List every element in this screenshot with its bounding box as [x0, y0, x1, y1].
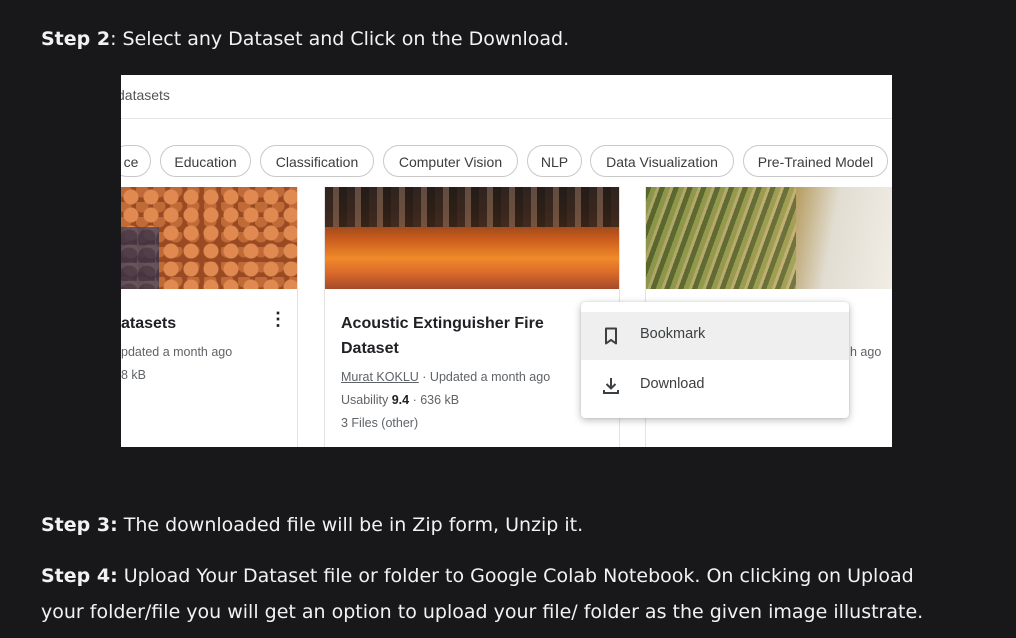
dataset-size: · 636 kB: [409, 393, 460, 407]
chip-partial[interactable]: ce: [121, 145, 151, 177]
dataset-context-menu: Bookmark Download: [581, 302, 849, 418]
dataset-updated: pdated a month ago: [121, 345, 233, 359]
step-3-paragraph: Step 3: The downloaded file will be in Z…: [41, 507, 583, 543]
dataset-thumbnail-rice: [646, 187, 892, 289]
menu-item-bookmark-label: Bookmark: [640, 326, 706, 342]
author-link[interactable]: Murat KOKLU: [341, 370, 419, 384]
more-options-icon[interactable]: ⋮: [269, 309, 287, 330]
step-3-text: The downloaded file will be in Zip form,…: [117, 514, 584, 536]
dataset-card-acoustic[interactable]: Acoustic Extinguisher Fire Dataset Murat…: [324, 187, 620, 447]
step-4-text-line2: your folder/file you will get an option …: [41, 601, 924, 623]
step-4-paragraph-cont: your folder/file you will get an option …: [41, 594, 923, 630]
filter-chips: ce Education Classification Computer Vis…: [121, 145, 892, 179]
bookmark-icon: [601, 326, 621, 346]
chip-education[interactable]: Education: [160, 145, 251, 177]
step-2-text: : Select any Dataset and Click on the Do…: [110, 28, 570, 50]
chip-pre-trained-model[interactable]: Pre-Trained Model: [743, 145, 888, 177]
chip-classification[interactable]: Classification: [260, 145, 374, 177]
usability-value: 9.4: [391, 393, 410, 407]
step-4-paragraph: Step 4: Upload Your Dataset file or fold…: [41, 558, 914, 594]
chip-data-visualization[interactable]: Data Visualization: [590, 145, 734, 177]
chip-computer-vision[interactable]: Computer Vision: [383, 145, 518, 177]
dataset-usability-line: Usability 9.4 · 636 kB: [341, 393, 459, 407]
download-icon: [601, 376, 621, 396]
dataset-files: 3 Files (other): [341, 416, 419, 430]
dataset-thumbnail-fire: [325, 187, 619, 289]
dataset-updated: h ago: [850, 345, 882, 359]
menu-item-download[interactable]: Download: [581, 362, 849, 410]
dataset-updated: · Updated a month ago: [418, 370, 551, 384]
dataset-author-line: Murat KOKLU · Updated a month ago: [341, 370, 550, 384]
step-4-text-line1: Upload Your Dataset file or folder to Go…: [117, 565, 914, 587]
dataset-card[interactable]: atasets ⋮ pdated a month ago 8 kB: [121, 187, 298, 447]
breadcrumb: datasets: [121, 75, 892, 119]
usability-label: Usability: [341, 393, 392, 407]
dataset-title-line1[interactable]: Acoustic Extinguisher Fire: [341, 311, 544, 336]
dataset-title[interactable]: atasets: [121, 311, 176, 336]
dataset-thumbnail: [121, 187, 297, 289]
menu-item-download-label: Download: [640, 376, 705, 392]
dataset-size: 8 kB: [121, 368, 147, 382]
step-2-label: Step 2: [41, 28, 111, 50]
step-2-paragraph: Step 2: Select any Dataset and Click on …: [41, 21, 569, 57]
step-3-label: Step 3:: [41, 514, 118, 536]
dataset-title-line2[interactable]: Dataset: [341, 336, 399, 361]
kaggle-screenshot: datasets ce Education Classification Com…: [121, 75, 892, 447]
step-4-label: Step 4:: [41, 565, 118, 587]
menu-item-bookmark[interactable]: Bookmark: [581, 312, 849, 360]
chip-nlp[interactable]: NLP: [527, 145, 582, 177]
breadcrumb-datasets[interactable]: datasets: [121, 75, 170, 115]
